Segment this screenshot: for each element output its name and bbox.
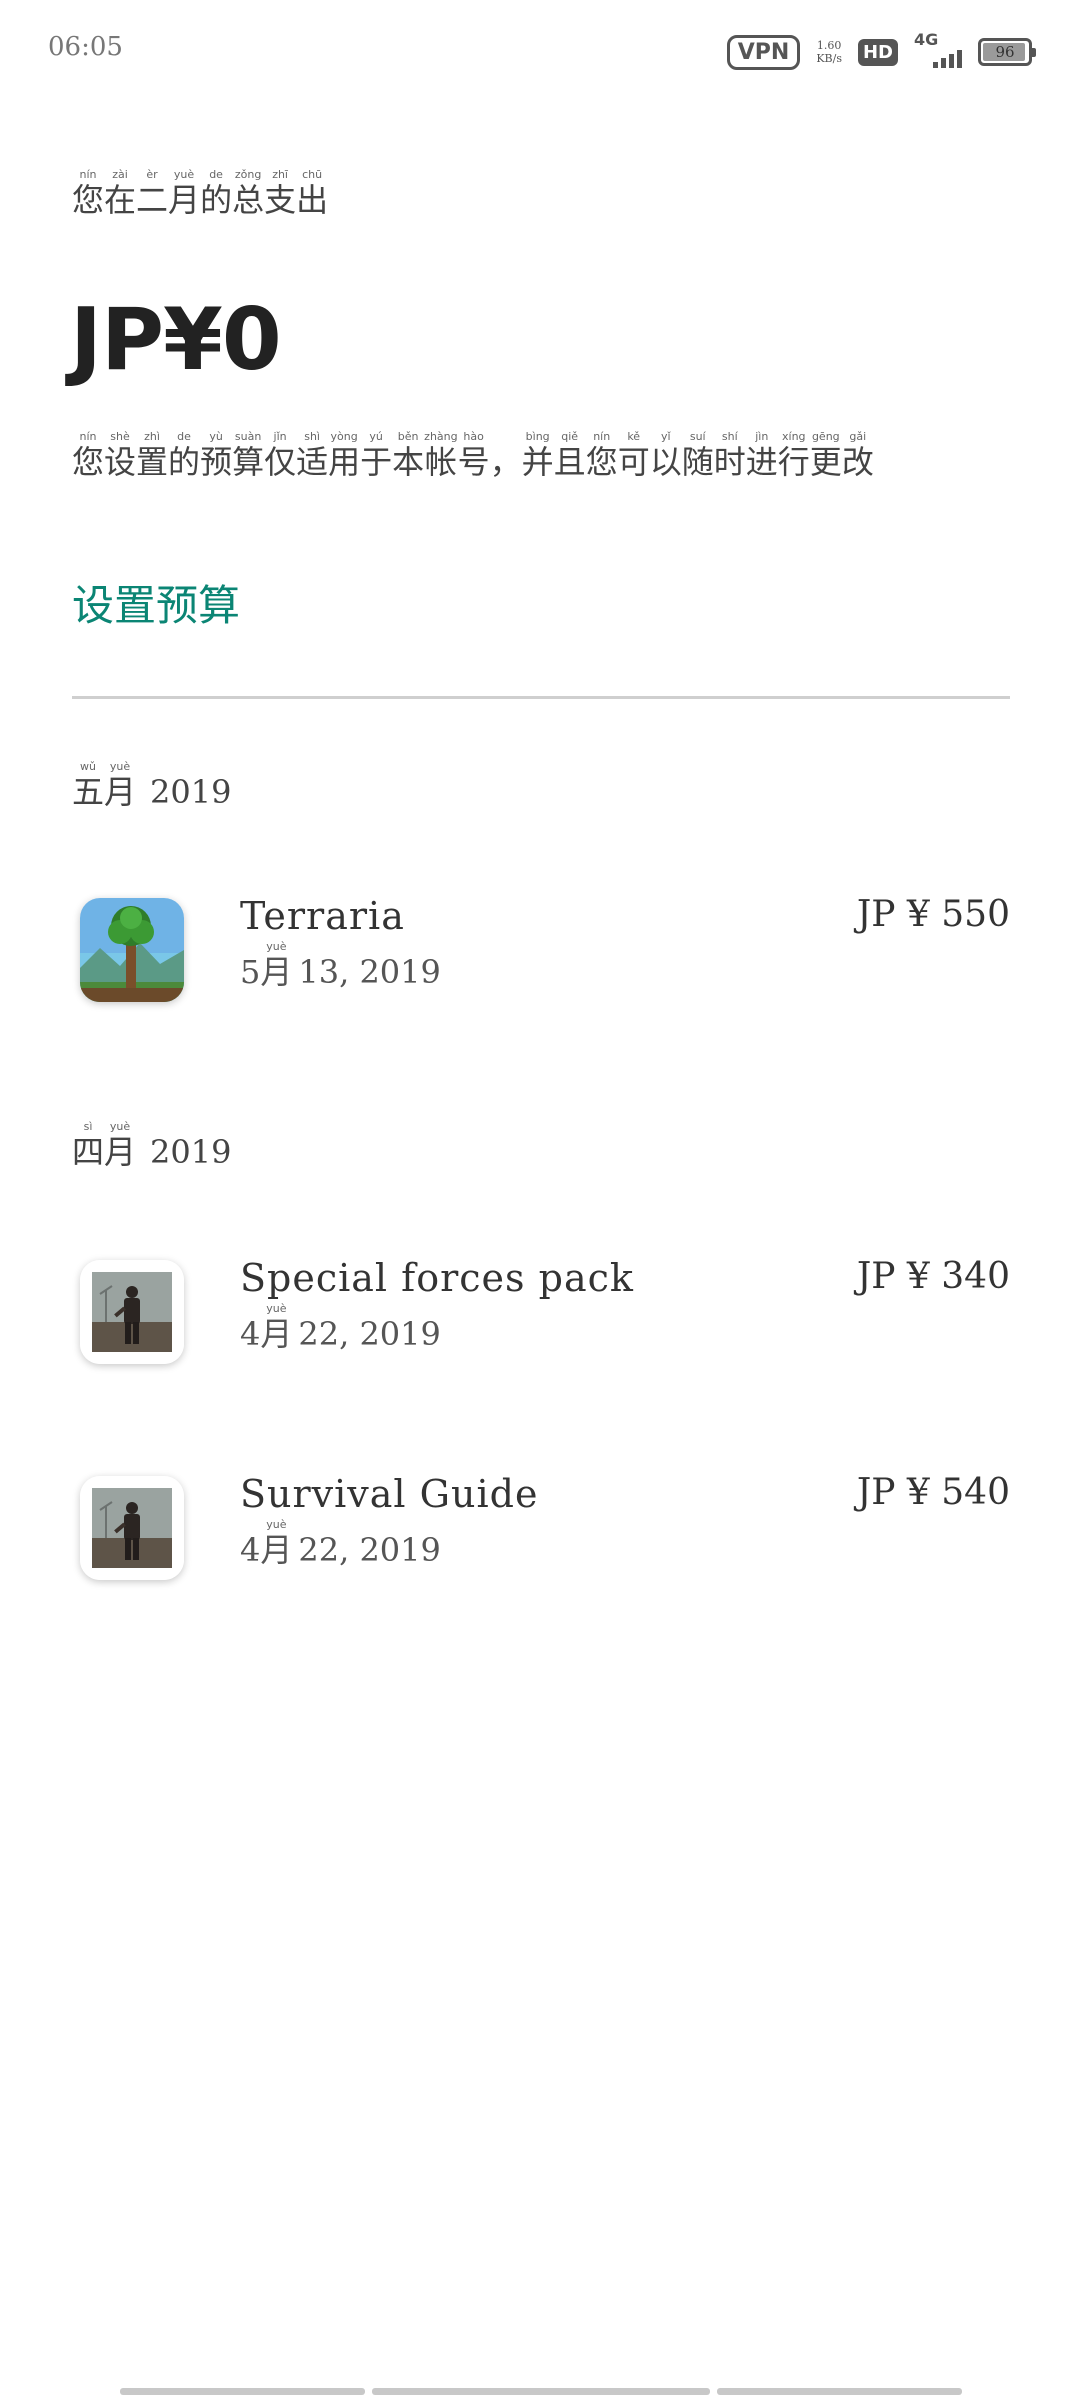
note-char: yù 预: [200, 430, 233, 481]
note-char: shì 适: [296, 430, 329, 481]
note-char: zhàng 帐: [424, 430, 458, 481]
month-label-char: sì 四: [72, 1120, 105, 1171]
nav-gesture-right[interactable]: [717, 2388, 962, 2395]
item-date: 4 yuè 月 22, 2019: [240, 1518, 441, 1569]
status-time: 06:05: [48, 32, 123, 62]
item-date-rest: 22, 2019: [298, 1531, 441, 1569]
note-char: nín 您: [585, 430, 618, 481]
cellular-signal-icon: 4G: [914, 30, 962, 70]
subtitle-char: yuè 月: [168, 168, 201, 219]
network-speed-value: 1.60: [816, 39, 842, 52]
budget-note: nín 您 shè 设 zhì 置 de 的 yù 预 suàn 算 jǐn 仅 shì 适 yòng 用 yú 于 b…: [72, 430, 874, 481]
subtitle-char: zǒng 总: [232, 168, 265, 219]
item-title: Terraria: [240, 894, 405, 938]
month-label-char: wǔ 五: [72, 760, 105, 811]
item-date-rest: 13, 2019: [298, 953, 441, 991]
battery-percent: 96: [995, 43, 1015, 61]
nav-gesture-left[interactable]: [120, 2388, 365, 2395]
purchase-item-special-forces-pack[interactable]: Special forces pack 4 yuè 月 22, 2019 JP ¥…: [72, 1256, 1010, 1380]
note-char: shí 时: [713, 430, 746, 481]
network-speed: 1.60 KB/s: [816, 39, 842, 65]
subtitle-char: chū 出: [296, 168, 329, 219]
subtitle-char: nín 您: [72, 168, 105, 219]
note-char: jìn 进: [745, 430, 778, 481]
purchase-item-survival-guide[interactable]: Survival Guide 4 yuè 月 22, 2019 JP ¥ 540: [72, 1472, 1010, 1596]
note-char: běn 本: [392, 430, 425, 481]
note-char: yòng 用: [328, 430, 361, 481]
vpn-icon: VPN: [726, 34, 801, 70]
item-price: JP ¥ 340: [856, 1256, 1010, 1297]
note-char: hào 号: [457, 430, 490, 481]
note-char: jǐn 仅: [264, 430, 297, 481]
note-char: qiě 且: [553, 430, 586, 481]
note-char: gēng 更: [809, 430, 842, 481]
survival-game-app-icon: [80, 1260, 184, 1364]
nav-gesture-home[interactable]: [372, 2388, 710, 2395]
note-char: yǐ 以: [649, 430, 682, 481]
note-char: suí 随: [681, 430, 714, 481]
purchase-item-terraria[interactable]: Terraria 5 yuè 月 13, 2019 JP ¥ 550: [72, 894, 1010, 1018]
month-header-may: wǔ 五 yuè 月 2019: [72, 760, 231, 811]
note-char: suàn 算: [232, 430, 265, 481]
note-char: gǎi 改: [841, 430, 874, 481]
note-char: ，: [489, 443, 522, 481]
month-header-april: sì 四 yuè 月 2019: [72, 1120, 231, 1171]
spending-subtitle: nín 您 zài 在 èr 二 yuè 月 de 的 zǒng 总 zhī 支 chū 出: [72, 168, 328, 219]
note-char: nín 您: [72, 430, 105, 481]
item-date-day: 5: [240, 953, 261, 991]
item-date: 5 yuè 月 13, 2019: [240, 940, 441, 991]
item-price: JP ¥ 540: [856, 1472, 1010, 1513]
item-title: Special forces pack: [240, 1256, 634, 1300]
network-type: 4G: [914, 30, 939, 49]
subtitle-char: zhī 支: [264, 168, 297, 219]
month-label-char: yuè 月: [104, 1120, 137, 1171]
item-date-day: 4: [240, 1531, 261, 1569]
terraria-app-icon: [80, 898, 184, 1002]
month-year: 2019: [150, 1133, 232, 1171]
survival-game-app-icon: [80, 1476, 184, 1580]
item-date: 4 yuè 月 22, 2019: [240, 1302, 441, 1353]
item-price: JP ¥ 550: [856, 894, 1010, 935]
total-spending-amount: JP¥0: [70, 290, 282, 390]
note-char: zhì 置: [136, 430, 169, 481]
network-speed-unit: KB/s: [816, 52, 842, 65]
status-icons: VPN 1.60 KB/s HD 4G 96: [726, 30, 1036, 74]
item-title: Survival Guide: [240, 1472, 539, 1516]
month-year: 2019: [150, 773, 232, 811]
note-char: yú 于: [360, 430, 393, 481]
subtitle-char: zài 在: [104, 168, 137, 219]
month-label-char: yuè 月: [104, 760, 137, 811]
note-char: xíng 行: [777, 430, 810, 481]
navigation-bar: [0, 2388, 1080, 2400]
item-date-day: 4: [240, 1315, 261, 1353]
item-date-rest: 22, 2019: [298, 1315, 441, 1353]
status-bar: 06:05 VPN 1.60 KB/s HD 4G 96: [0, 0, 1080, 100]
note-char: de 的: [168, 430, 201, 481]
note-char: bìng 并: [521, 430, 554, 481]
subtitle-char: de 的: [200, 168, 233, 219]
subtitle-char: èr 二: [136, 168, 169, 219]
battery-icon: 96: [978, 38, 1036, 66]
divider: [72, 696, 1010, 699]
note-char: kě 可: [617, 430, 650, 481]
hd-icon: HD: [857, 38, 898, 66]
note-char: shè 设: [104, 430, 137, 481]
set-budget-button[interactable]: 设置预算: [72, 572, 240, 633]
